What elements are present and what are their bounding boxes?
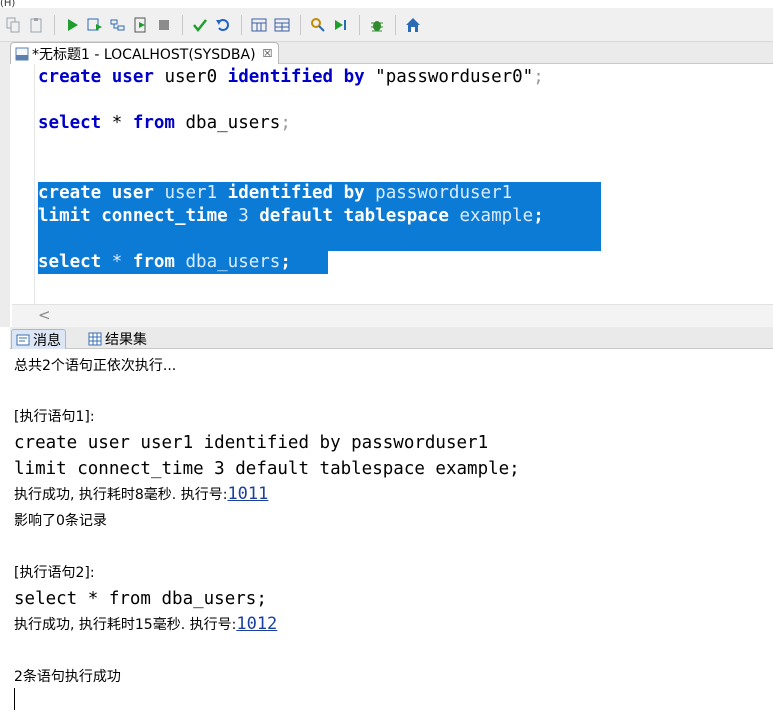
- selection-highlight: [38, 228, 601, 251]
- menu-bar-fragment[interactable]: (H): [0, 0, 773, 8]
- message-output[interactable]: 总共2个语句正依次执行... [执行语句1]: create user user…: [0, 349, 773, 715]
- code-keyword: create user: [38, 67, 154, 87]
- statement-1-sql-line-1: create user user1 identified by password…: [14, 433, 489, 453]
- toolbar-separator: [395, 14, 396, 35]
- code-semicolon: ;: [280, 113, 291, 133]
- statement-2-header: [执行语句2]:: [14, 565, 95, 581]
- statement-2-result-text: 执行成功, 执行耗时15毫秒. 执行号:: [14, 617, 237, 633]
- debug-bug-icon[interactable]: [366, 14, 388, 36]
- editor-tab-untitled1[interactable]: *无标题1 - LOCALHOST(SYSDBA) ☒: [10, 42, 280, 64]
- execution-number-link[interactable]: 1011: [227, 484, 268, 504]
- statement-1-sql-line-2: limit connect_time 3 default tablespace …: [14, 459, 520, 479]
- code-line-3: select * from dba_users;: [38, 112, 291, 135]
- sql-editor-panel: *无标题1 - LOCALHOST(SYSDBA) ☒ create user …: [0, 42, 773, 327]
- toolbar-separator: [241, 14, 242, 35]
- run-script-icon[interactable]: [84, 14, 106, 36]
- code-text: user0: [153, 67, 228, 87]
- code-line-1: create user user0 identified by "passwor…: [38, 66, 544, 89]
- text-caret: [14, 688, 15, 710]
- horizontal-scrollbar[interactable]: <: [12, 304, 773, 327]
- statement-1-affected: 影响了0条记录: [14, 513, 107, 529]
- explain-icon[interactable]: [107, 14, 129, 36]
- code-text: dba_users: [174, 252, 281, 272]
- rollback-icon[interactable]: [212, 14, 234, 36]
- sql-file-icon: [15, 47, 29, 60]
- statement-1-result-text: 执行成功, 执行耗时8毫秒. 执行号:: [14, 487, 228, 503]
- tab-messages-label: 消息: [33, 332, 61, 349]
- left-margin: [0, 42, 10, 327]
- toolbar-separator: [54, 14, 55, 35]
- code-line-selected: create user user1 identified by password…: [38, 182, 512, 205]
- calendar-grid-icon[interactable]: [248, 14, 270, 36]
- line-gutter: [12, 64, 35, 304]
- grid-table-icon: [88, 332, 102, 346]
- statement-1-result: 执行成功, 执行耗时8毫秒. 执行号:1011: [14, 485, 268, 504]
- message-icon: [16, 334, 30, 345]
- execution-number-link[interactable]: 1012: [236, 614, 277, 634]
- code-line-selected: limit connect_time 3 default tablespace …: [38, 205, 544, 228]
- editor-tab-strip: *无标题1 - LOCALHOST(SYSDBA) ☒: [10, 42, 773, 64]
- toolbar-separator: [182, 14, 183, 35]
- code-semicolon: ;: [533, 67, 544, 87]
- code-text: dba_users: [174, 113, 281, 133]
- code-area[interactable]: create user user0 identified by "passwor…: [12, 64, 773, 304]
- statement-2-sql: select * from dba_users;: [14, 589, 267, 609]
- stop-icon[interactable]: [153, 14, 175, 36]
- execute-file-icon[interactable]: [130, 14, 152, 36]
- code-keyword: default tablespace: [259, 206, 449, 226]
- format-icon[interactable]: [307, 14, 329, 36]
- code-text: user1: [153, 183, 228, 203]
- toolbar-separator: [359, 14, 360, 35]
- tab-result-set[interactable]: 结果集: [84, 329, 151, 349]
- code-keyword: create user: [38, 183, 154, 203]
- copy-icon[interactable]: [2, 14, 24, 36]
- editor-tab-title: *无标题1 - LOCALHOST(SYSDBA): [32, 46, 256, 63]
- calendar-grid-2-icon[interactable]: [271, 14, 293, 36]
- final-summary: 2条语句执行成功: [14, 669, 121, 685]
- run-icon[interactable]: [61, 14, 83, 36]
- toolbar: [0, 8, 773, 42]
- code-text: passworduser1: [364, 183, 513, 203]
- code-text: 3: [227, 206, 260, 226]
- code-semicolon: ;: [280, 252, 291, 272]
- tab-messages[interactable]: 消息: [11, 329, 66, 349]
- code-keyword: from: [132, 113, 175, 133]
- paste-icon[interactable]: [25, 14, 47, 36]
- code-keyword: limit connect_time: [38, 206, 228, 226]
- tab-result-set-label: 结果集: [105, 332, 147, 348]
- statement-1-header: [执行语句1]:: [14, 409, 95, 425]
- statement-2-result: 执行成功, 执行耗时15毫秒. 执行号:1012: [14, 615, 277, 634]
- code-keyword: identified by: [227, 67, 365, 87]
- commit-icon[interactable]: [189, 14, 211, 36]
- code-keyword: from: [132, 252, 175, 272]
- close-tab-icon[interactable]: ☒: [263, 47, 273, 60]
- code-text: "passworduser0": [364, 67, 534, 87]
- code-keyword: identified by: [227, 183, 365, 203]
- result-tab-strip: 消息 结果集: [10, 327, 773, 349]
- code-line-selected: select * from dba_users;: [38, 251, 291, 274]
- code-keyword: select: [38, 252, 102, 272]
- code-text: example: [448, 206, 534, 226]
- code-keyword: select: [38, 113, 102, 133]
- scroll-left-icon[interactable]: <: [38, 306, 51, 324]
- code-semicolon: ;: [533, 206, 544, 226]
- summary-message: 总共2个语句正依次执行...: [14, 358, 177, 374]
- step-run-icon[interactable]: [330, 14, 352, 36]
- code-text: *: [101, 113, 133, 133]
- home-icon[interactable]: [402, 14, 424, 36]
- toolbar-separator: [300, 14, 301, 35]
- code-text: *: [101, 252, 133, 272]
